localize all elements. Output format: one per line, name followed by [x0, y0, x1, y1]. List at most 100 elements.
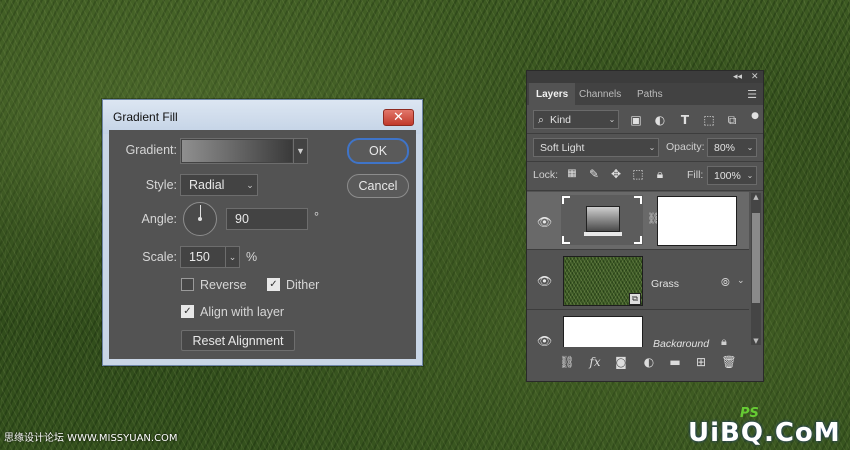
fx-icon[interactable]: fx	[587, 355, 603, 369]
layer-row-grass[interactable]: 👁︎ ⧉ Grass ⦾ ⌄	[527, 251, 749, 308]
reverse-label: Reverse	[200, 278, 247, 292]
panel-tabs: Layers Channels Paths ☰	[527, 83, 763, 105]
lock-pixels-icon[interactable]: ✎	[587, 167, 601, 181]
pixel-filter-icon[interactable]: ▣	[629, 113, 643, 127]
layer-name[interactable]: Grass	[651, 278, 679, 290]
gradient-swatch-base	[584, 232, 622, 236]
adjustment-filter-icon[interactable]: ◐	[653, 113, 667, 127]
dialog-title: Gradient Fill	[113, 110, 178, 124]
percent-symbol: %	[246, 250, 258, 264]
adjustment-layer-icon[interactable]: ◐	[641, 355, 657, 369]
type-filter-icon[interactable]: T	[678, 113, 692, 127]
close-button[interactable]: ✕	[383, 109, 414, 126]
watermark-left: 思缘设计论坛 WWW.MISSYUAN.COM	[4, 433, 178, 444]
tab-channels[interactable]: Channels	[572, 83, 628, 105]
link-layers-icon[interactable]: ⛓︎	[559, 355, 575, 369]
lock-position-icon[interactable]: ✥	[609, 167, 623, 181]
gradient-swatch	[586, 206, 620, 232]
layer-filter-select[interactable]: ⌕ Kind ⌄	[533, 110, 619, 129]
chevron-down-icon[interactable]: ⌄	[737, 276, 745, 286]
scale-value: 150	[189, 250, 210, 264]
blend-mode-select[interactable]: Soft Light ⌄	[533, 138, 659, 157]
angle-dial-center	[198, 217, 202, 221]
layer-row-background[interactable]: 👁︎ Background 🔒︎	[527, 311, 749, 347]
scale-label: Scale:	[142, 250, 177, 264]
eye-icon[interactable]: 👁︎	[537, 274, 552, 288]
style-value: Radial	[189, 178, 225, 192]
dialog-titlebar[interactable]: Gradient Fill ✕	[103, 100, 422, 134]
lock-artboard-icon[interactable]: ⬚	[631, 167, 645, 181]
fill-input[interactable]: 100% ⌄	[707, 166, 757, 185]
scroll-up-icon[interactable]: ▲	[751, 193, 761, 201]
gradient-preview[interactable]	[182, 140, 292, 162]
chevron-down-icon[interactable]: ⌄	[225, 247, 239, 267]
chevron-down-icon[interactable]: ▼	[293, 139, 307, 163]
fill-label: Fill:	[687, 169, 704, 181]
cancel-button[interactable]: Cancel	[347, 174, 409, 198]
chevron-down-icon[interactable]: ⌄	[606, 111, 618, 128]
divider	[527, 161, 763, 162]
tab-layers[interactable]: Layers	[529, 83, 576, 105]
trash-icon[interactable]: 🗑︎	[721, 355, 737, 369]
layer-row-gradient-fill[interactable]: 👁︎ ⛓︎	[527, 192, 749, 249]
ok-button[interactable]: OK	[347, 138, 409, 164]
layer-mask-thumbnail[interactable]	[657, 196, 737, 246]
close-icon[interactable]: ✕	[751, 71, 759, 83]
angle-input[interactable]: 90	[226, 208, 308, 230]
folder-icon[interactable]: ▬	[667, 355, 683, 369]
divider	[527, 309, 749, 310]
align-with-layer-label: Align with layer	[200, 305, 285, 319]
scroll-thumb[interactable]	[752, 213, 760, 303]
layers-panel: ◂◂ ✕ Layers Channels Paths ☰ ⌕ Kind ⌄ ▣ …	[526, 70, 764, 382]
scroll-down-icon[interactable]: ▼	[751, 337, 761, 345]
selection-corner	[634, 236, 642, 244]
selection-corner	[562, 236, 570, 244]
opacity-value: 80%	[714, 142, 736, 154]
selection-corner	[634, 196, 642, 204]
lock-transparency-icon[interactable]: ▦	[565, 167, 579, 181]
scale-input[interactable]: 150 ⌄	[180, 246, 240, 268]
gradient-label: Gradient:	[125, 143, 177, 157]
eye-icon[interactable]: 👁︎	[537, 215, 552, 229]
chevron-down-icon[interactable]: ⌄	[243, 175, 257, 195]
divider	[527, 190, 763, 191]
filter-toggle-icon[interactable]: ●	[748, 109, 762, 123]
eye-icon[interactable]: 👁︎	[537, 334, 552, 347]
chevron-down-icon[interactable]: ⌄	[646, 139, 658, 156]
search-icon: ⌕	[538, 114, 544, 126]
fill-layer-thumbnail[interactable]	[561, 195, 643, 245]
collapse-icon[interactable]: ◂◂	[733, 71, 742, 83]
chevron-down-icon[interactable]: ⌄	[744, 167, 756, 184]
align-with-layer-checkbox[interactable]: ✓	[181, 305, 194, 318]
reverse-checkbox[interactable]	[181, 278, 194, 291]
divider	[527, 249, 749, 250]
lock-all-icon[interactable]: 🔒︎	[653, 167, 667, 181]
smart-object-filter-icon[interactable]: ⧉	[725, 113, 739, 127]
style-select[interactable]: Radial ⌄	[180, 174, 258, 196]
divider	[527, 133, 763, 134]
gradient-fill-dialog: Gradient Fill ✕ Gradient: ▼ OK Cancel St…	[102, 99, 423, 366]
add-mask-icon[interactable]: ◙	[613, 355, 629, 369]
reset-alignment-button[interactable]: Reset Alignment	[181, 330, 295, 351]
dither-checkbox[interactable]: ✓	[267, 278, 280, 291]
panel-footer: ⛓︎ fx ◙ ◐ ▬ ⊞ 🗑︎	[527, 351, 763, 375]
layer-name[interactable]: Background	[653, 338, 709, 347]
layers-scrollbar[interactable]: ▲ ▼	[751, 193, 761, 345]
new-layer-icon[interactable]: ⊞	[693, 355, 709, 369]
shape-filter-icon[interactable]: ⬚	[702, 113, 716, 127]
opacity-input[interactable]: 80% ⌄	[707, 138, 757, 157]
panel-menu-icon[interactable]: ☰	[747, 88, 757, 101]
fill-value: 100%	[714, 170, 741, 182]
selection-corner	[562, 196, 570, 204]
angle-label: Angle:	[141, 212, 177, 226]
layer-style-icon[interactable]: ⦾	[721, 276, 730, 290]
angle-dial[interactable]	[183, 202, 217, 236]
background-thumbnail[interactable]	[563, 316, 643, 347]
grass-thumbnail[interactable]: ⧉	[563, 256, 643, 306]
lock-icon: 🔒︎	[721, 335, 727, 347]
lock-label: Lock:	[533, 169, 559, 181]
chevron-down-icon[interactable]: ⌄	[744, 139, 756, 156]
smart-object-icon: ⧉	[629, 293, 641, 305]
tab-paths[interactable]: Paths	[630, 83, 670, 105]
gradient-picker[interactable]: ▼	[180, 138, 308, 164]
